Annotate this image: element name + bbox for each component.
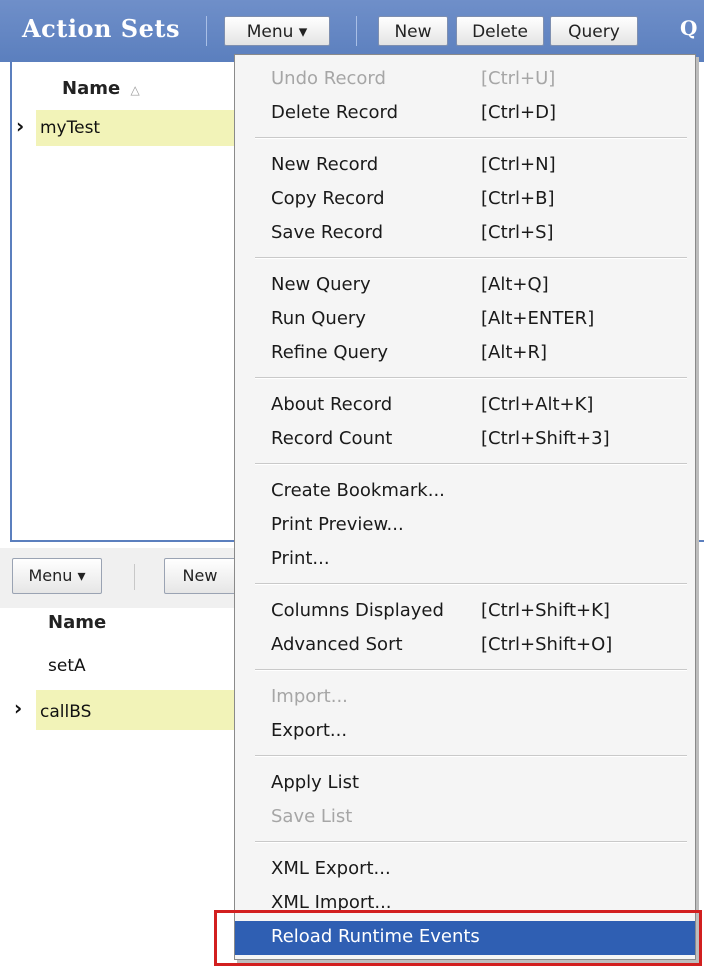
menu-item-import[interactable]: Import... <box>235 681 695 713</box>
menu-separator <box>255 377 687 379</box>
menu-item-save-list[interactable]: Save List <box>235 801 695 833</box>
query-button[interactable]: Query <box>550 16 638 46</box>
menu-separator <box>255 755 687 757</box>
title-divider <box>206 16 207 46</box>
menu-separator <box>255 137 687 139</box>
column-header-label: Name <box>62 78 121 99</box>
delete-button[interactable]: Delete <box>456 16 544 46</box>
menu-item-copy-record[interactable]: Copy Record [Ctrl+B] <box>235 183 695 215</box>
menu-item-undo-record[interactable]: Undo Record [Ctrl+U] <box>235 63 695 95</box>
bottom-toolbar-divider <box>134 564 135 590</box>
menu-separator <box>255 583 687 585</box>
current-row-marker-icon: › <box>16 114 25 138</box>
menu-separator <box>255 669 687 671</box>
menu-item-record-count[interactable]: Record Count [Ctrl+Shift+3] <box>235 423 695 455</box>
menu-item-about-record[interactable]: About Record [Ctrl+Alt+K] <box>235 389 695 421</box>
menu-item-save-record[interactable]: Save Record [Ctrl+S] <box>235 217 695 249</box>
applet-title: Action Sets <box>22 14 180 43</box>
menu-item-advanced-sort[interactable]: Advanced Sort [Ctrl+Shift+O] <box>235 629 695 661</box>
menu-item-columns-displayed[interactable]: Columns Displayed [Ctrl+Shift+K] <box>235 595 695 627</box>
menu-separator <box>255 841 687 843</box>
menu-item-print-preview[interactable]: Print Preview... <box>235 509 695 541</box>
menu-item-new-record[interactable]: New Record [Ctrl+N] <box>235 149 695 181</box>
applet-menu-dropdown: Undo Record [Ctrl+U] Delete Record [Ctrl+D… <box>234 54 696 960</box>
menu-item-delete-record[interactable]: Delete Record [Ctrl+D] <box>235 97 695 129</box>
menu-item-create-bookmark[interactable]: Create Bookmark... <box>235 475 695 507</box>
highlight-callout-box <box>214 910 702 966</box>
menu-item-new-query[interactable]: New Query [Alt+Q] <box>235 269 695 301</box>
menu-item-xml-export[interactable]: XML Export... <box>235 853 695 885</box>
menu-separator <box>255 463 687 465</box>
new-button[interactable]: New <box>378 16 448 46</box>
truncated-toolbar-label: Q <box>680 16 698 40</box>
menu-button[interactable]: Menu ▾ <box>224 16 330 46</box>
menu-item-apply-list[interactable]: Apply List <box>235 767 695 799</box>
current-row-marker-icon: › <box>14 696 23 720</box>
menu-item-run-query[interactable]: Run Query [Alt+ENTER] <box>235 303 695 335</box>
sort-ascending-icon: △ <box>130 83 140 97</box>
column-header-name[interactable]: Name △ <box>62 78 140 99</box>
menu-item-refine-query[interactable]: Refine Query [Alt+R] <box>235 337 695 369</box>
bottom-column-header-name[interactable]: Name <box>48 612 106 633</box>
bottom-new-button[interactable]: New <box>164 558 236 594</box>
menu-item-export[interactable]: Export... <box>235 715 695 747</box>
menu-item-print[interactable]: Print... <box>235 543 695 575</box>
toolbar-divider <box>356 16 357 46</box>
bottom-menu-button[interactable]: Menu ▾ <box>12 558 102 594</box>
menu-separator <box>255 257 687 259</box>
row-name-cell[interactable]: myTest <box>40 118 100 138</box>
row-name-cell[interactable]: callBS <box>40 702 91 722</box>
row-name-cell[interactable]: setA <box>48 656 86 676</box>
